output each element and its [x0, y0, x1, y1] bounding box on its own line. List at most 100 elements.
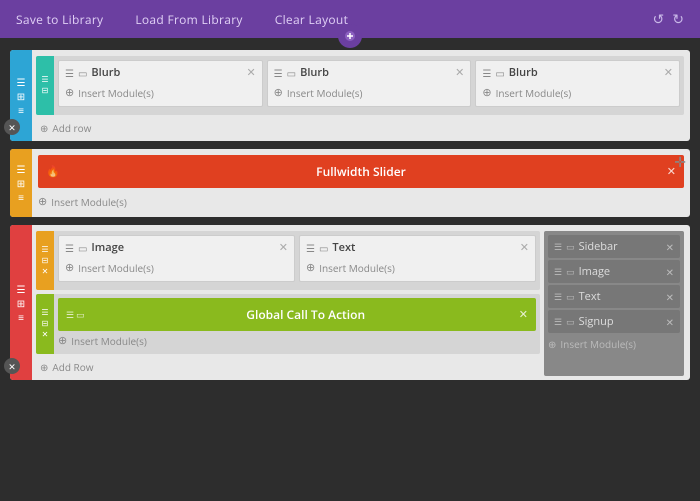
- module-2-header: ☰ ▭ Blurb ✕: [274, 65, 465, 80]
- insert-row-3-2-label: Insert Module(s): [71, 334, 147, 348]
- toolbar-right: ↺ ↻: [653, 10, 684, 29]
- module-1-title: Blurb: [91, 65, 120, 80]
- section-1-add-row[interactable]: ⊕ Add row: [36, 119, 684, 137]
- row-3-2-icon1: ☰: [41, 309, 48, 317]
- sidebar-insert-icon: ⊕: [548, 337, 556, 351]
- sidebar-mod-signup-close[interactable]: ✕: [666, 315, 674, 329]
- row-3-2-icon2: ⊟: [42, 320, 49, 328]
- module-image: ☰ ▭ Image ✕ ⊕ Insert Module(s): [58, 235, 295, 282]
- row-handle-icon-2: ⊟: [42, 87, 49, 95]
- green-module-close[interactable]: ✕: [519, 307, 528, 322]
- sidebar-mod-text: ☰ ▭ Text ✕: [548, 285, 680, 308]
- module-image-icon: ☰: [65, 241, 74, 255]
- section-3-close-icon: ✕: [8, 362, 16, 371]
- redo-btn[interactable]: ↻: [672, 10, 684, 29]
- module-1-close[interactable]: ✕: [246, 65, 255, 80]
- add-row-3-icon: ⊕: [40, 360, 48, 374]
- module-text-icon: ☰: [306, 241, 315, 255]
- module-2-insert[interactable]: ⊕ Insert Module(s): [274, 83, 465, 102]
- sidebar-mod-signup: ☰ ▭ Signup ✕: [548, 310, 680, 333]
- load-from-library-btn[interactable]: Load From Library: [135, 11, 242, 28]
- section-3-row-2: ☰ ⊟ ✕ ☰ ▭ Global Call To Action: [36, 294, 540, 354]
- undo-btn[interactable]: ↺: [653, 10, 665, 29]
- module-image-close[interactable]: ✕: [279, 240, 288, 255]
- sidebar-mod-text-close[interactable]: ✕: [666, 290, 674, 304]
- module-image-icon2: ▭: [78, 241, 87, 255]
- section-2-handle[interactable]: ☰ ⊞ ≡: [10, 149, 32, 217]
- sidebar-mod-text-left: ☰ ▭ Text: [554, 289, 601, 304]
- insert-2-label: Insert Module(s): [287, 86, 363, 100]
- module-image-header: ☰ ▭ Image ✕: [65, 240, 288, 255]
- global-cta-module[interactable]: ☰ ▭ Global Call To Action ✕: [58, 298, 536, 331]
- section-3-close[interactable]: ✕: [4, 358, 20, 374]
- clear-layout-btn[interactable]: Clear Layout: [275, 11, 348, 28]
- sidebar-mod-sidebar: ☰ ▭ Sidebar ✕: [548, 235, 680, 258]
- top-toolbar: Save to Library Load From Library Clear …: [0, 0, 700, 38]
- save-to-library-btn[interactable]: Save to Library: [16, 11, 103, 28]
- module-text-title: Text: [332, 240, 355, 255]
- module-2-close[interactable]: ✕: [455, 65, 464, 80]
- section-1-close-icon: ✕: [8, 123, 16, 132]
- sidebar-mod-image-close[interactable]: ✕: [666, 265, 674, 279]
- module-3-title-area: ☰ ▭ Blurb: [482, 65, 663, 80]
- row-3-2-icon3: ✕: [42, 331, 49, 339]
- module-3-close[interactable]: ✕: [664, 65, 673, 80]
- green-icon-2: ▭: [76, 308, 85, 321]
- module-3-title: Blurb: [509, 65, 538, 80]
- row-3-2-handle[interactable]: ☰ ⊟ ✕: [36, 294, 54, 354]
- sidebar-mod-sidebar-close[interactable]: ✕: [666, 240, 674, 254]
- module-3-icon: ☰: [482, 66, 491, 80]
- fullwidth-module-icon: 🔥: [46, 164, 60, 179]
- section-2-handle-icon1: ☰: [17, 164, 26, 174]
- module-image-insert[interactable]: ⊕ Insert Module(s): [65, 258, 288, 277]
- module-text-insert[interactable]: ⊕ Insert Module(s): [306, 258, 529, 277]
- sidebar-insert[interactable]: ⊕ Insert Module(s): [548, 335, 680, 353]
- module-1-title-area: ☰ ▭ Blurb: [65, 65, 246, 80]
- fullwidth-slider-module[interactable]: 🔥 Fullwidth Slider ✕: [38, 155, 684, 188]
- handle-icon-2: ⊞: [17, 91, 25, 101]
- insert-1-icon: ⊕: [65, 85, 74, 100]
- section-2-insert-label: Insert Module(s): [51, 195, 127, 209]
- module-text-header: ☰ ▭ Text ✕: [306, 240, 529, 255]
- sidebar-mod-text-icon1: ☰: [554, 290, 562, 303]
- section-3-layout: ☰ ⊟ ✕ ☰ ▭: [36, 231, 684, 376]
- section-2-handle-icon3: ≡: [18, 192, 24, 202]
- green-module-title: Global Call To Action: [93, 306, 519, 323]
- module-2-icon: ☰: [274, 66, 283, 80]
- module-text-icon2: ▭: [319, 241, 328, 255]
- section-2-handle-icon2: ⊞: [17, 178, 25, 188]
- section-1-close[interactable]: ✕: [4, 119, 20, 135]
- module-1-insert[interactable]: ⊕ Insert Module(s): [65, 83, 256, 102]
- sidebar-mod-image-icon2: ▭: [566, 265, 575, 278]
- module-2-title-area: ☰ ▭ Blurb: [274, 65, 455, 80]
- module-blurb-2: ☰ ▭ Blurb ✕ ⊕ Insert Module(s): [267, 60, 472, 107]
- handle-icon-1: ☰: [17, 77, 26, 87]
- add-row-1-icon: ⊕: [40, 121, 48, 135]
- row-3-2-insert[interactable]: ⊕ Insert Module(s): [58, 331, 536, 350]
- main-content: ☰ ⊞ ≡ ☰ ⊟ ☰: [0, 38, 700, 392]
- row-3-1-handle[interactable]: ☰ ⊟ ✕: [36, 231, 54, 290]
- row-3-1-body: ☰ ▭ Image ✕ ⊕ Insert Module(s): [54, 231, 540, 290]
- section-3-handle-icon3: ≡: [18, 312, 24, 322]
- sidebar-mod-sidebar-icon2: ▭: [566, 240, 575, 253]
- module-text-close[interactable]: ✕: [520, 240, 529, 255]
- sidebar-mod-sidebar-left: ☰ ▭ Sidebar: [554, 239, 618, 254]
- module-blurb-3: ☰ ▭ Blurb ✕ ⊕ Insert Module(s): [475, 60, 680, 107]
- module-blurb-1: ☰ ▭ Blurb ✕ ⊕ Insert Module(s): [58, 60, 263, 107]
- row-1-handle[interactable]: ☰ ⊟: [36, 56, 54, 115]
- row-3-2-body: ☰ ▭ Global Call To Action ✕ ⊕ Insert Mod…: [54, 294, 540, 354]
- row-1-body: ☰ ▭ Blurb ✕ ⊕ Insert Module(s): [54, 56, 684, 115]
- section-3: ☰ ⊞ ≡ ☰ ⊟ ✕: [10, 225, 690, 380]
- add-row-1-label: Add row: [52, 121, 91, 135]
- section-2-insert[interactable]: ⊕ Insert Module(s): [38, 192, 684, 211]
- sidebar-mod-image-title: Image: [579, 264, 611, 279]
- sidebar-mod-text-title: Text: [579, 289, 601, 304]
- row-3-1-icon2: ⊟: [42, 257, 49, 265]
- center-toolbar-icon[interactable]: [338, 24, 362, 48]
- row-3-1-columns: ☰ ▭ Image ✕ ⊕ Insert Module(s): [58, 235, 536, 282]
- sidebar-insert-label: Insert Module(s): [560, 337, 636, 351]
- section-3-handle[interactable]: ☰ ⊞ ≡: [10, 225, 32, 380]
- module-3-insert[interactable]: ⊕ Insert Module(s): [482, 83, 673, 102]
- section-3-add-row[interactable]: ⊕ Add Row: [36, 358, 540, 376]
- section-1-row-1: ☰ ⊟ ☰ ▭ Blurb ✕: [36, 56, 684, 115]
